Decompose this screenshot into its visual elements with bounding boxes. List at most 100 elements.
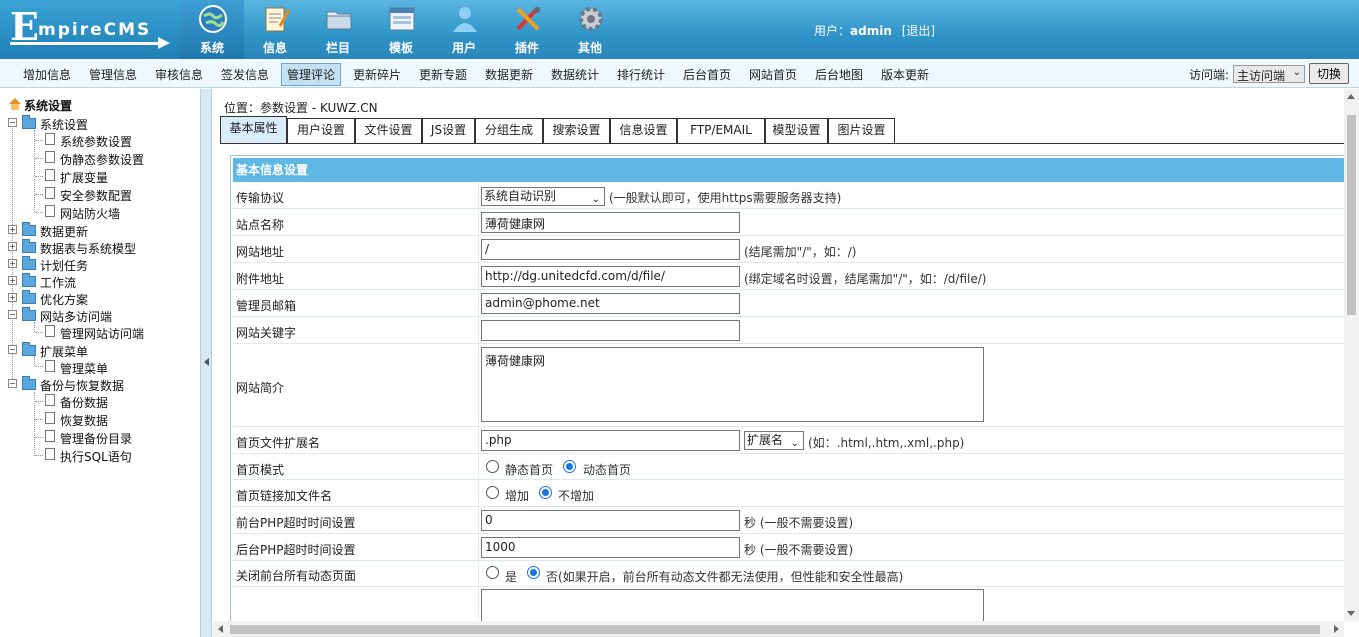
expand-toggle[interactable]: + xyxy=(8,276,17,285)
menu-update-fragments[interactable]: 更新碎片 xyxy=(353,66,401,83)
menu-site-home[interactable]: 网站首页 xyxy=(749,66,797,83)
menu-update-topics[interactable]: 更新专题 xyxy=(419,66,467,83)
protocol-label: 传输协议 xyxy=(236,191,285,205)
menu-admin-home[interactable]: 后台首页 xyxy=(683,66,731,83)
menu-version-update[interactable]: 版本更新 xyxy=(881,66,929,83)
nav-label: 用户 xyxy=(451,41,476,55)
tree-line xyxy=(35,455,43,456)
vertical-scrollbar[interactable] xyxy=(1344,89,1359,621)
menu-rank-stats[interactable]: 排行统计 xyxy=(617,66,665,83)
tree-item-data-update[interactable]: 数据更新 xyxy=(40,223,88,240)
tree-item-workflow[interactable]: 工作流 xyxy=(40,274,76,291)
mode-static-radio[interactable] xyxy=(486,460,499,473)
scroll-left-icon[interactable] xyxy=(218,625,223,633)
sitename-input[interactable]: 薄荷健康网 xyxy=(481,212,740,233)
partial-textarea[interactable] xyxy=(481,589,984,621)
scroll-thumb[interactable] xyxy=(230,625,1320,634)
logout-link[interactable]: [退出] xyxy=(902,24,935,38)
collapse-toggle[interactable]: − xyxy=(8,379,17,388)
menu-data-update[interactable]: 数据更新 xyxy=(485,66,533,83)
tab-basic[interactable]: 基本属性 xyxy=(220,116,287,144)
top-header: E mpireCMS 系统 信息 栏目 模板 用户 插件 其他 用户：admin… xyxy=(0,0,1359,59)
tree-item-manage-access[interactable]: 管理网站访问端 xyxy=(60,325,144,342)
tree-item-exec-sql[interactable]: 执行SQL语句 xyxy=(60,448,132,465)
tab-image[interactable]: 图片设置 xyxy=(828,118,895,144)
nav-info[interactable]: 信息 xyxy=(243,0,307,59)
tree-item-tables-models[interactable]: 数据表与系统模型 xyxy=(40,240,136,257)
tab-info[interactable]: 信息设置 xyxy=(610,118,677,144)
tab-js[interactable]: JS设置 xyxy=(422,118,475,144)
tab-file[interactable]: 文件设置 xyxy=(355,118,422,144)
tab-ftp-email[interactable]: FTP/EMAIL xyxy=(677,118,765,144)
mode-static-label: 静态首页 xyxy=(505,463,554,477)
nav-template[interactable]: 模板 xyxy=(369,0,433,59)
tree-line xyxy=(35,419,43,420)
close-yes-radio[interactable] xyxy=(486,566,499,579)
tree-item-rewrite-params[interactable]: 伪静态参数设置 xyxy=(60,151,144,168)
switch-button[interactable]: 切换 xyxy=(1309,63,1349,84)
email-input[interactable]: admin@phome.net xyxy=(481,293,740,314)
collapse-toggle[interactable]: − xyxy=(8,310,17,319)
menu-add-info[interactable]: 增加信息 xyxy=(23,66,71,83)
tree-item-backup-restore[interactable]: 备份与恢复数据 xyxy=(40,377,124,394)
expand-toggle[interactable]: + xyxy=(8,225,17,234)
menu-sign-info[interactable]: 签发信息 xyxy=(221,66,269,83)
scroll-right-icon[interactable] xyxy=(1334,625,1339,633)
collapse-arrow-icon[interactable] xyxy=(204,358,209,366)
tree-item-ext-vars[interactable]: 扩展变量 xyxy=(60,169,108,186)
mode-dynamic-radio[interactable] xyxy=(563,460,576,473)
visit-select[interactable]: 主访问端 ⌄ xyxy=(1233,65,1305,83)
menu-audit-info[interactable]: 审核信息 xyxy=(155,66,203,83)
collapse-toggle[interactable]: − xyxy=(8,345,17,354)
tree-item-multi-access[interactable]: 网站多访问端 xyxy=(40,308,112,325)
menu-manage-info[interactable]: 管理信息 xyxy=(89,66,137,83)
protocol-select[interactable]: 系统自动识别 ⌄ xyxy=(481,187,605,206)
link-noadd-radio[interactable] xyxy=(539,486,552,499)
expand-toggle[interactable]: + xyxy=(8,242,17,251)
nav-other[interactable]: 其他 xyxy=(558,0,622,59)
tab-group-gen[interactable]: 分组生成 xyxy=(475,118,543,144)
fileurl-input[interactable]: http://dg.unitedcfd.com/d/file/ xyxy=(481,266,740,287)
keywords-input[interactable] xyxy=(481,320,740,341)
menu-data-stats[interactable]: 数据统计 xyxy=(551,66,599,83)
close-no-radio[interactable] xyxy=(527,566,540,579)
folder-icon xyxy=(22,376,36,390)
tree-item-security[interactable]: 安全参数配置 xyxy=(60,187,132,204)
tree-item-backup[interactable]: 备份数据 xyxy=(60,394,108,411)
tree-item-ext-menu[interactable]: 扩展菜单 xyxy=(40,343,88,360)
nav-user[interactable]: 用户 xyxy=(432,0,496,59)
sidebar-splitter[interactable] xyxy=(200,89,212,637)
tree-item-system-params[interactable]: 系统参数设置 xyxy=(60,133,132,150)
tree-item-backup-dir[interactable]: 管理备份目录 xyxy=(60,430,132,447)
back-php-input[interactable]: 1000 xyxy=(481,537,740,558)
link-add-radio[interactable] xyxy=(486,486,499,499)
tab-model[interactable]: 模型设置 xyxy=(765,118,828,144)
nav-plugin[interactable]: 插件 xyxy=(495,0,559,59)
menu-admin-map[interactable]: 后台地图 xyxy=(815,66,863,83)
scroll-down-icon[interactable] xyxy=(1347,611,1355,616)
tree-item-firewall[interactable]: 网站防火墙 xyxy=(60,205,120,222)
tree-item-optimization[interactable]: 优化方案 xyxy=(40,291,88,308)
expand-toggle[interactable]: + xyxy=(8,259,17,268)
front-php-input[interactable]: 0 xyxy=(481,510,740,531)
collapse-toggle[interactable]: − xyxy=(8,118,17,127)
tree-item-system-settings[interactable]: 系统设置 xyxy=(40,116,88,133)
tab-search[interactable]: 搜索设置 xyxy=(543,118,610,144)
tree-item-scheduled-tasks[interactable]: 计划任务 xyxy=(40,257,88,274)
tree-item-manage-menu[interactable]: 管理菜单 xyxy=(60,360,108,377)
nav-column[interactable]: 栏目 xyxy=(306,0,370,59)
tree-root[interactable]: 系统设置 xyxy=(24,97,72,114)
tab-user[interactable]: 用户设置 xyxy=(287,118,355,144)
nav-system[interactable]: 系统 xyxy=(180,0,244,59)
scroll-thumb[interactable] xyxy=(1347,115,1356,315)
scroll-up-icon[interactable] xyxy=(1347,94,1355,99)
folder-icon xyxy=(326,11,352,30)
menu-manage-comments[interactable]: 管理评论 xyxy=(281,63,342,86)
ext-input[interactable]: .php xyxy=(481,430,740,451)
siteurl-input[interactable]: / xyxy=(481,239,740,260)
tree-item-restore[interactable]: 恢复数据 xyxy=(60,412,108,429)
ext-select[interactable]: 扩展名 ⌄ xyxy=(744,431,804,450)
horizontal-scrollbar[interactable] xyxy=(213,621,1344,637)
intro-textarea[interactable]: 薄荷健康网 xyxy=(481,347,984,422)
expand-toggle[interactable]: + xyxy=(8,293,17,302)
